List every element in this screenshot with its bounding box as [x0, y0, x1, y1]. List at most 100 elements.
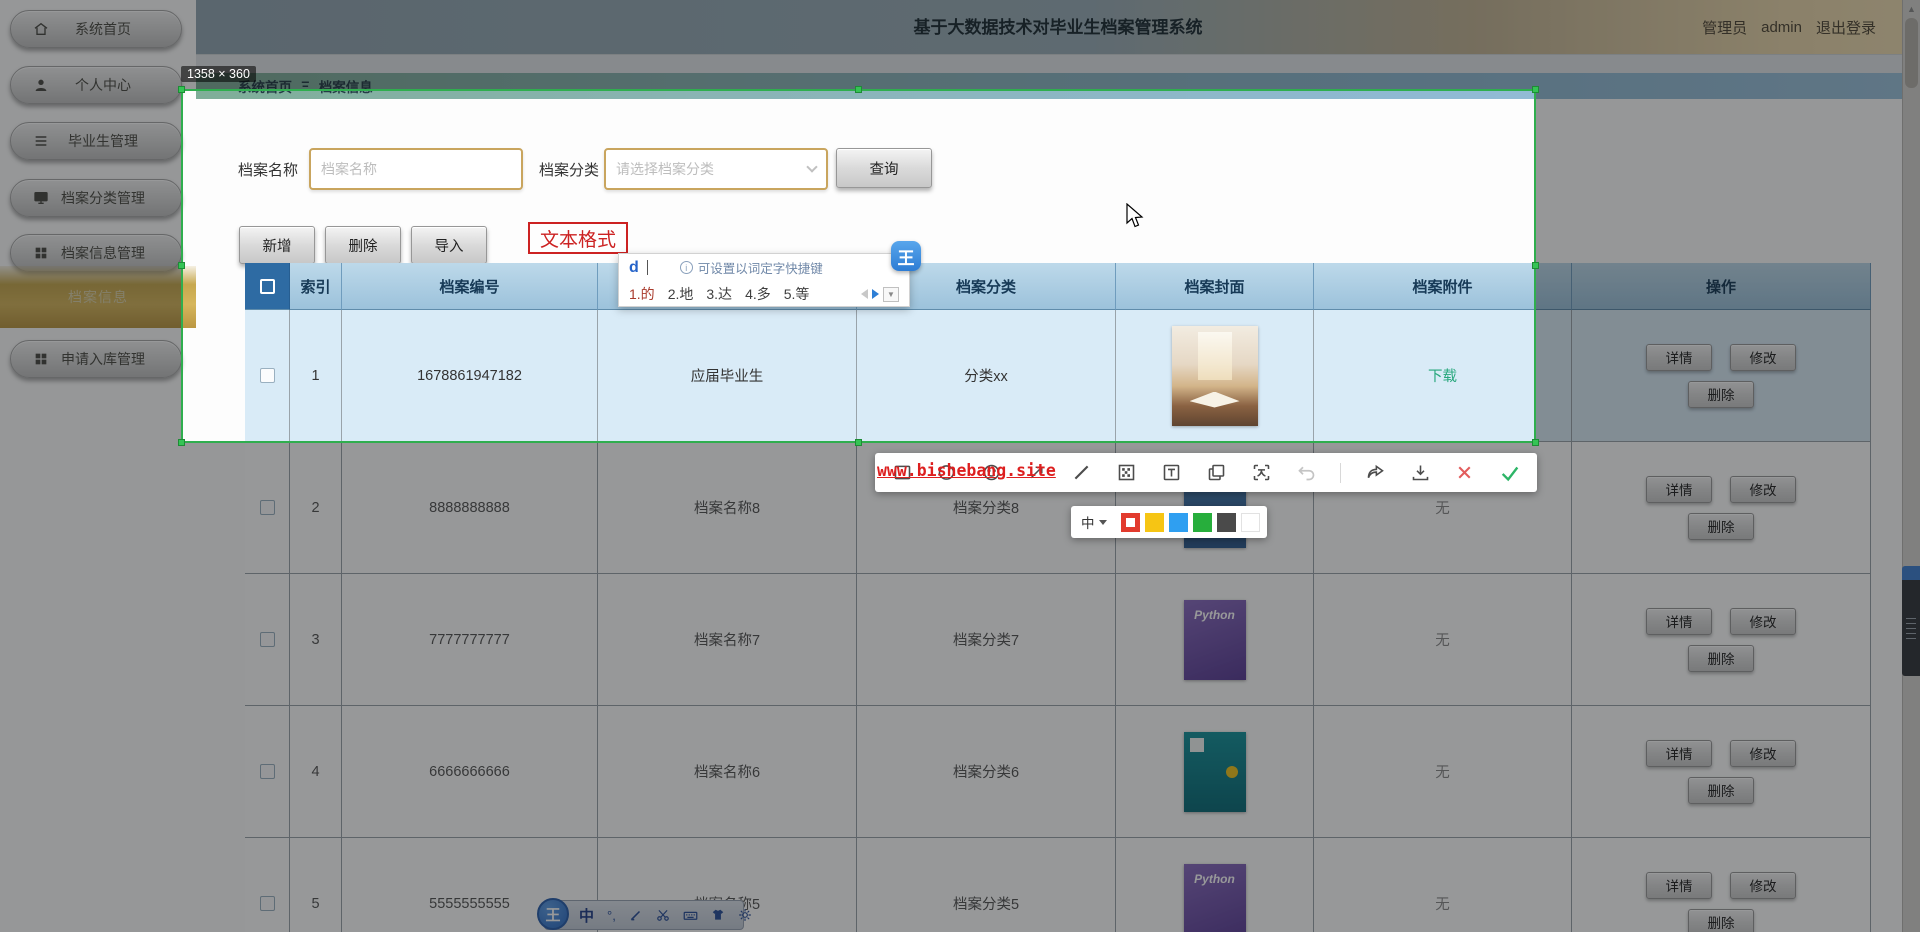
attachment-link[interactable]: 无 — [1435, 761, 1450, 782]
watermark-text: www.bishebang.site — [877, 461, 1056, 480]
cell-name: 档案名称6 — [598, 706, 857, 838]
row-checkbox[interactable] — [259, 632, 275, 647]
archive-name-input[interactable] — [309, 148, 523, 190]
sidebar-item-apply-storage[interactable]: 申请入库管理 — [10, 340, 182, 378]
scissors-icon[interactable] — [656, 907, 670, 923]
row-checkbox[interactable] — [259, 368, 275, 383]
vertical-scrollbar[interactable]: ▲ — [1902, 0, 1920, 932]
color-swatch[interactable] — [1216, 512, 1236, 532]
row-delete-button[interactable]: 删除 — [1688, 908, 1754, 932]
settings-gear-icon[interactable] — [738, 907, 752, 923]
ime-tip-text: 可设置以词定字快捷键 — [697, 262, 823, 276]
detail-button[interactable]: 详情 — [1646, 475, 1712, 503]
cancel-icon[interactable] — [1454, 462, 1476, 484]
color-swatch[interactable] — [1168, 512, 1188, 532]
logout-link[interactable]: 退出登录 — [1816, 17, 1876, 38]
toolbar-divider — [1340, 462, 1342, 483]
sidebar-item-graduates[interactable]: 毕业生管理 — [10, 122, 182, 160]
add-button[interactable]: 新增 — [239, 226, 315, 264]
archive-category-label: 档案分类 — [539, 161, 600, 179]
breadcrumb-separator-icon: Ξ — [301, 78, 310, 94]
delete-button[interactable]: 删除 — [325, 226, 401, 264]
select-all-checkbox[interactable] — [259, 278, 275, 294]
ime-composition: d — [629, 258, 639, 276]
active-item-label: 档案信息 — [68, 289, 128, 305]
ocr-tool-icon[interactable] — [1250, 462, 1272, 484]
cell-code: 6666666666 — [342, 706, 598, 838]
text-caret — [646, 260, 648, 275]
app-window: 系统首页 个人中心 毕业生管理 档案分类管理 档案信息管理 档案信息 申请入库管… — [0, 0, 1920, 932]
next-page-icon[interactable] — [872, 289, 879, 299]
ime-logo-icon[interactable]: 王 — [891, 241, 921, 271]
ime-candidate[interactable]: 4.多 — [745, 284, 771, 304]
sidebar-item-home[interactable]: 系统首页 — [10, 10, 182, 48]
color-swatch[interactable] — [1120, 512, 1140, 532]
row-checkbox[interactable] — [259, 764, 275, 779]
ime-dropdown-button[interactable]: ▼ — [883, 286, 899, 302]
ime-candidate[interactable]: 5.等 — [784, 284, 810, 304]
query-button[interactable]: 查询 — [836, 148, 932, 188]
detail-button[interactable]: 详情 — [1646, 343, 1712, 371]
edit-button[interactable]: 修改 — [1730, 607, 1796, 635]
edit-button[interactable]: 修改 — [1730, 739, 1796, 767]
ime-candidate[interactable]: 3.达 — [706, 284, 732, 304]
ime-candidate[interactable]: 2.地 — [668, 284, 694, 304]
cover-image: Python — [1183, 863, 1246, 932]
docked-side-tab[interactable] — [1902, 566, 1920, 676]
punctuation-icon[interactable]: °, — [607, 907, 616, 923]
import-button[interactable]: 导入 — [411, 226, 487, 264]
pin-tool-icon[interactable] — [1205, 462, 1227, 484]
color-swatch[interactable] — [1192, 512, 1212, 532]
wang-logo-icon[interactable]: 王 — [537, 898, 569, 930]
color-swatch[interactable] — [1144, 512, 1164, 532]
color-swatch[interactable] — [1240, 512, 1260, 532]
cell-category: 档案分类7 — [857, 574, 1116, 706]
row-delete-button[interactable]: 删除 — [1688, 380, 1754, 408]
attachment-link[interactable]: 无 — [1435, 497, 1450, 518]
detail-button[interactable]: 详情 — [1646, 871, 1712, 899]
skin-icon[interactable] — [711, 907, 725, 923]
header-actions: 操作 — [1572, 263, 1871, 310]
breadcrumb-current: 档案信息 — [318, 80, 373, 95]
cell-index: 4 — [290, 706, 342, 838]
sidebar-item-archive-info-active[interactable]: 档案信息 — [0, 266, 196, 328]
attachment-link[interactable]: 下载 — [1428, 365, 1457, 386]
confirm-icon[interactable] — [1499, 462, 1521, 484]
scroll-up-icon[interactable]: ▲ — [1907, 4, 1916, 14]
mosaic-tool-icon[interactable] — [1116, 462, 1138, 484]
chinese-mode-toggle[interactable]: 中 — [579, 905, 594, 926]
sidebar-item-archive-category[interactable]: 档案分类管理 — [10, 179, 182, 217]
row-checkbox[interactable] — [259, 500, 275, 515]
keyboard-icon[interactable] — [683, 907, 698, 923]
attachment-link[interactable]: 无 — [1435, 893, 1450, 914]
ime-candidate[interactable]: 1.的 — [629, 284, 655, 304]
grid-icon — [35, 247, 47, 259]
pen-icon[interactable] — [629, 907, 643, 923]
scrollbar-thumb[interactable] — [1905, 18, 1918, 88]
detail-button[interactable]: 详情 — [1646, 739, 1712, 767]
sidebar-item-profile[interactable]: 个人中心 — [10, 66, 182, 104]
attachment-link[interactable]: 无 — [1435, 629, 1450, 650]
row-delete-button[interactable]: 删除 — [1688, 776, 1754, 804]
font-size-dropdown[interactable]: 中 — [1081, 512, 1107, 532]
share-icon[interactable] — [1364, 462, 1386, 484]
row-delete-button[interactable]: 删除 — [1688, 644, 1754, 672]
detail-button[interactable]: 详情 — [1646, 607, 1712, 635]
archive-category-select[interactable]: 请选择档案分类 — [604, 148, 828, 190]
prev-page-icon[interactable] — [861, 289, 868, 299]
text-tool-icon[interactable] — [1161, 462, 1183, 484]
text-annotation-box[interactable]: 文本格式 — [528, 222, 628, 254]
edit-button[interactable]: 修改 — [1730, 475, 1796, 503]
row-delete-button[interactable]: 删除 — [1688, 512, 1754, 540]
edit-button[interactable]: 修改 — [1730, 871, 1796, 899]
header-attachment: 档案附件 — [1314, 263, 1572, 310]
archive-name-label: 档案名称 — [238, 161, 299, 179]
list-icon — [35, 136, 47, 146]
mouse-cursor-icon — [1126, 203, 1144, 228]
side-tab-handle[interactable] — [1902, 580, 1920, 676]
pen-tool-icon[interactable] — [1071, 462, 1093, 484]
row-checkbox[interactable] — [259, 896, 275, 911]
undo-icon — [1295, 462, 1317, 484]
save-icon[interactable] — [1409, 462, 1431, 484]
edit-button[interactable]: 修改 — [1730, 343, 1796, 371]
